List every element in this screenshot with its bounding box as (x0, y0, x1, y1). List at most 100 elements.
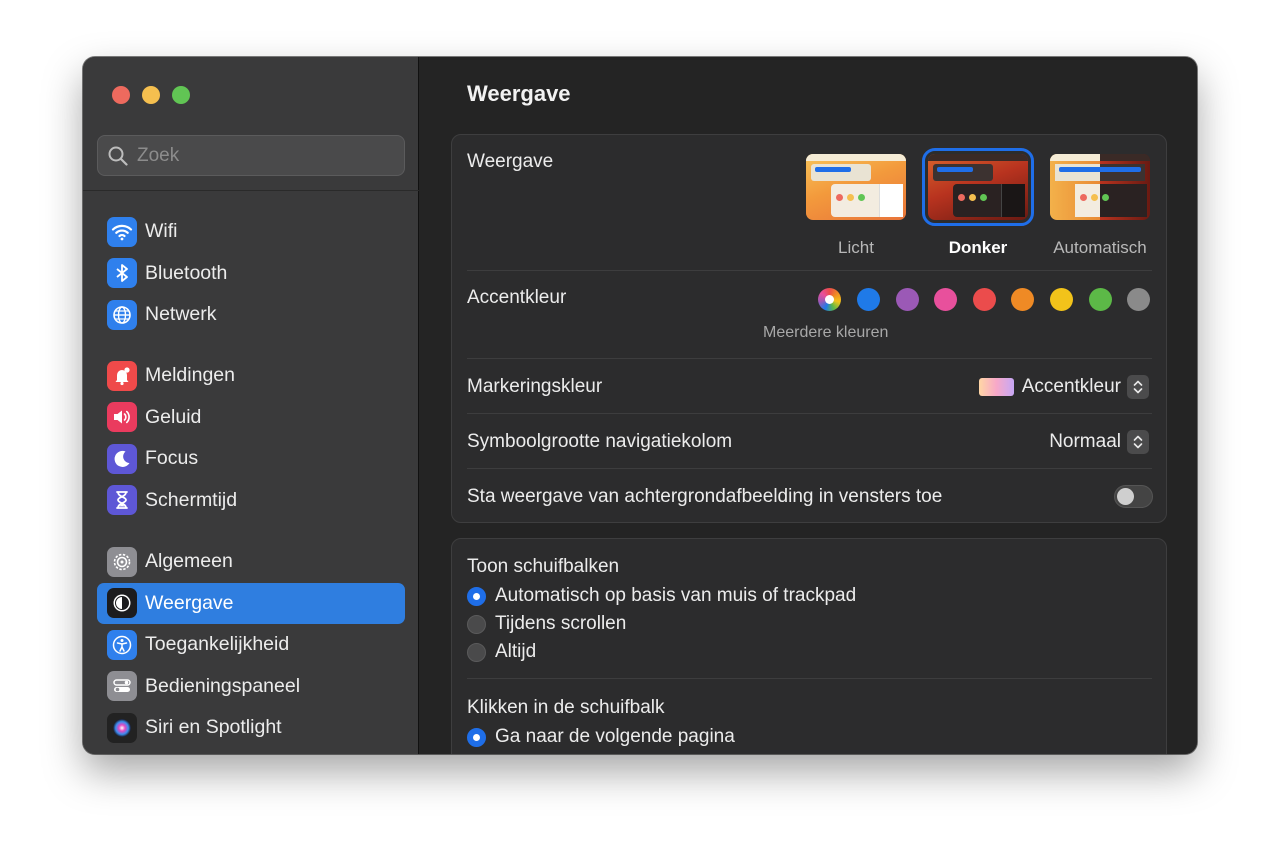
sidebar-item-siri-spotlight[interactable]: Siri en Spotlight (97, 707, 405, 749)
sidebar: Wifi Bluetooth Netwerk Meldinge (83, 57, 419, 754)
sidebar-item-label: Wifi (145, 220, 178, 243)
radio-label: Tijdens scrollen (495, 613, 627, 634)
sidebar-item-label: Geluid (145, 405, 202, 428)
sidebar-item-label: Weergave (145, 591, 234, 614)
chevron-updown-icon (1127, 430, 1149, 454)
sidebar-divider (83, 190, 419, 191)
sidebar-icon-size-value: Normaal (1049, 431, 1121, 452)
appearance-icon (107, 588, 137, 619)
theme-option-label: Donker (948, 238, 1008, 257)
sidebar-item-label: Meldingen (145, 364, 235, 387)
sidebar-item-bedieningspaneel[interactable]: Bedieningspaneel (97, 666, 405, 708)
globe-icon (107, 299, 137, 330)
accent-swatch-multicolor[interactable] (818, 288, 841, 311)
highlight-color-popup[interactable]: Accentkleur (978, 375, 1149, 399)
minimize-button[interactable] (142, 86, 160, 104)
appearance-panel: Weergave Licht Donker Automatisch Accent… (451, 134, 1167, 523)
sidebar-group-system: Algemeen Weergave Toegankelijkheid Bedie… (97, 541, 405, 749)
accent-swatch-purple[interactable] (896, 288, 919, 311)
theme-option-label: Automatisch (1053, 238, 1147, 257)
sidebar-item-weergave[interactable]: Weergave (97, 582, 405, 624)
accent-swatch-blue[interactable] (857, 288, 880, 311)
sidebar-item-geluid[interactable]: Geluid (97, 397, 405, 439)
radio-scrollbars-when-scrolling[interactable]: Tijdens scrollen (467, 613, 626, 635)
sidebar-icon-size-label: Symboolgrootte navigatiekolom (467, 431, 733, 452)
sidebar-item-label: Focus (145, 447, 199, 470)
accent-color-label: Accentkleur (467, 287, 567, 308)
main-content: Weergave Weergave Licht Donker Automatis… (420, 57, 1197, 754)
moon-icon (107, 443, 137, 474)
sidebar-item-label: Schermtijd (145, 488, 238, 511)
accent-swatch-pink[interactable] (934, 288, 957, 311)
sidebar-item-bluetooth[interactable]: Bluetooth (97, 253, 405, 295)
highlight-color-value: Accentkleur (1021, 376, 1121, 397)
radio-button[interactable] (467, 727, 486, 747)
sidebar-group-notifications: Meldingen Geluid Focus Schermtijd (97, 355, 405, 521)
theme-option-auto[interactable]: Automatisch (1047, 154, 1153, 258)
accent-swatch-red[interactable] (973, 288, 996, 311)
gear-icon (107, 546, 137, 577)
radio-label: Ga naar de volgende pagina (495, 726, 735, 747)
radio-button[interactable] (467, 642, 486, 662)
sidebar-item-toegankelijkheid[interactable]: Toegankelijkheid (97, 624, 405, 666)
search-field[interactable] (97, 135, 405, 176)
wifi-icon (107, 216, 137, 247)
row-separator (467, 468, 1152, 469)
show-scrollbars-label: Toon schuifbalken (467, 556, 620, 577)
highlight-color-label: Markeringskleur (467, 376, 603, 397)
control-center-icon (107, 671, 137, 702)
radio-scrollbars-always[interactable]: Altijd (467, 641, 536, 663)
sidebar-item-focus[interactable]: Focus (97, 438, 405, 480)
sidebar-item-label: Bluetooth (145, 261, 228, 284)
row-separator (467, 678, 1152, 679)
light-theme-thumbnail (806, 154, 906, 220)
theme-option-label: Licht (838, 238, 874, 257)
radio-jump-next-page[interactable]: Ga naar de volgende pagina (467, 726, 735, 748)
sidebar-item-label: Algemeen (145, 550, 233, 573)
page-title: Weergave (467, 81, 571, 106)
dark-theme-thumbnail (922, 148, 1034, 226)
sidebar-icon-size-popup[interactable]: Normaal (1049, 430, 1149, 454)
wallpaper-tinting-toggle[interactable] (1114, 485, 1153, 508)
close-button[interactable] (112, 86, 130, 104)
accent-swatch-yellow[interactable] (1050, 288, 1073, 311)
search-input[interactable] (137, 144, 377, 167)
siri-icon (107, 712, 137, 743)
accent-swatch-green[interactable] (1089, 288, 1112, 311)
sidebar-item-label: Netwerk (145, 303, 217, 326)
sidebar-item-netwerk[interactable]: Netwerk (97, 294, 405, 336)
sidebar-item-label: Bedieningspaneel (145, 674, 301, 697)
row-separator (467, 413, 1152, 414)
accent-swatch-orange[interactable] (1011, 288, 1034, 311)
theme-option-light[interactable]: Licht (803, 154, 909, 258)
sidebar-item-label: Siri en Spotlight (145, 716, 282, 739)
radio-label: Altijd (495, 641, 537, 662)
accent-selected-name: Meerdere kleuren (763, 324, 889, 341)
traffic-lights (112, 86, 190, 104)
radio-button[interactable] (467, 614, 486, 634)
search-icon (108, 146, 128, 166)
sidebar-item-meldingen[interactable]: Meldingen (97, 355, 405, 397)
row-separator (467, 358, 1152, 359)
sidebar-item-algemeen[interactable]: Algemeen (97, 541, 405, 583)
row-separator (467, 270, 1152, 271)
radio-label: Automatisch op basis van muis of trackpa… (495, 585, 857, 606)
speaker-icon (107, 402, 137, 433)
chevron-updown-icon (1127, 375, 1149, 399)
radio-button[interactable] (467, 586, 486, 606)
bell-icon (107, 360, 137, 391)
auto-theme-thumbnail (1050, 154, 1150, 220)
sidebar-item-wifi[interactable]: Wifi (97, 211, 405, 253)
sidebar-item-schermtijd[interactable]: Schermtijd (97, 480, 405, 522)
click-scrollbar-label: Klikken in de schuifbalk (467, 697, 665, 718)
bluetooth-icon (107, 258, 137, 289)
theme-option-dark[interactable]: Donker (922, 148, 1034, 258)
radio-scrollbars-automatic[interactable]: Automatisch op basis van muis of trackpa… (467, 585, 856, 607)
hourglass-icon (107, 485, 137, 516)
wallpaper-tinting-label: Sta weergave van achtergrondafbeelding i… (467, 486, 943, 507)
accessibility-icon (107, 629, 137, 660)
toggle-knob (1117, 488, 1134, 505)
scrollbars-panel: Toon schuifbalken Automatisch op basis v… (451, 538, 1167, 754)
maximize-button[interactable] (172, 86, 190, 104)
accent-swatch-graphite[interactable] (1127, 288, 1150, 311)
